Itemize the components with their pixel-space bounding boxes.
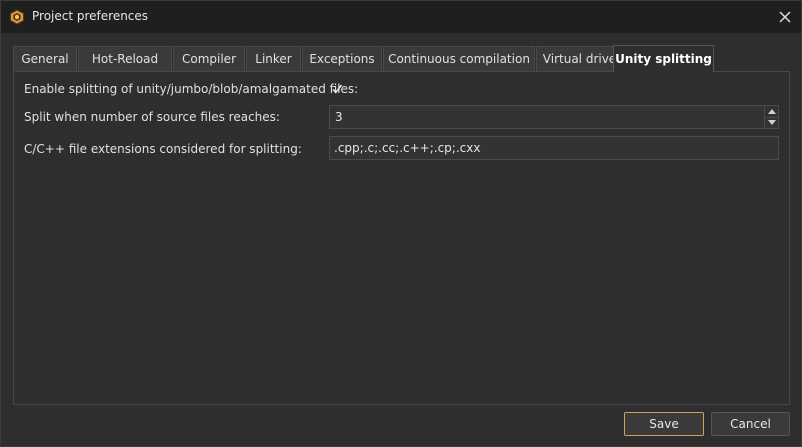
window-title: Project preferences xyxy=(32,9,149,23)
title-bar: Project preferences xyxy=(1,1,801,33)
tab-unity-splitting[interactable]: Unity splitting xyxy=(613,45,714,72)
hexagon-app-icon xyxy=(9,9,25,25)
tab-bar: General Hot-Reload Compiler Linker Excep… xyxy=(13,45,791,72)
file-extensions-label: C/C++ file extensions considered for spl… xyxy=(24,142,302,156)
spin-buttons xyxy=(764,106,778,128)
checkmark-icon xyxy=(332,84,343,94)
preferences-window: Project preferences General Hot-Reload C… xyxy=(0,0,802,447)
cancel-button[interactable]: Cancel xyxy=(711,412,790,436)
spin-up-button[interactable] xyxy=(765,106,778,118)
chevron-up-icon xyxy=(767,108,776,114)
file-extensions-input[interactable]: .cpp;.c;.cc;.c++;.cp;.cxx xyxy=(329,136,779,160)
chevron-down-icon xyxy=(767,120,776,126)
split-threshold-label: Split when number of source files reache… xyxy=(24,110,280,124)
tab-compiler[interactable]: Compiler xyxy=(173,46,245,71)
unity-splitting-panel: Enable splitting of unity/jumbo/blob/ama… xyxy=(13,71,790,405)
split-threshold-value: 3 xyxy=(335,110,343,124)
close-icon xyxy=(779,11,791,23)
enable-splitting-label: Enable splitting of unity/jumbo/blob/ama… xyxy=(24,82,359,96)
tab-linker[interactable]: Linker xyxy=(246,46,301,71)
tab-virtual-drive[interactable]: Virtual drive xyxy=(536,46,623,71)
tab-exceptions[interactable]: Exceptions xyxy=(302,46,382,71)
tab-general[interactable]: General xyxy=(13,46,77,71)
tab-continuous-compilation[interactable]: Continuous compilation xyxy=(383,46,535,71)
split-threshold-spinbox[interactable]: 3 xyxy=(329,105,779,129)
tab-hot-reload[interactable]: Hot-Reload xyxy=(78,46,172,71)
enable-splitting-checkbox[interactable] xyxy=(329,81,345,97)
spin-down-button[interactable] xyxy=(765,118,778,129)
close-button[interactable] xyxy=(775,7,795,27)
save-button[interactable]: Save xyxy=(624,412,704,436)
